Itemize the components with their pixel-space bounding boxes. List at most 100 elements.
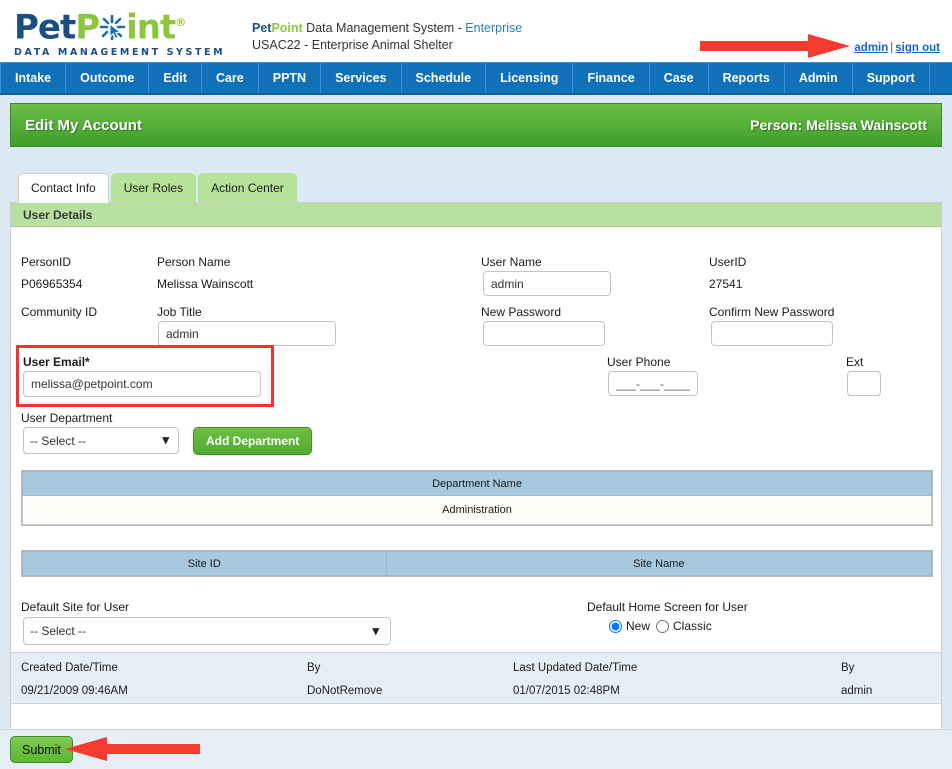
- user-email-input[interactable]: [23, 371, 261, 397]
- updated-date-value: 01/07/2015 02:48PM: [513, 685, 620, 697]
- nav-item-finance[interactable]: Finance: [573, 63, 650, 93]
- page-body: Edit My Account Person: Melissa Wainscot…: [0, 95, 952, 769]
- page-person-label: Person: Melissa Wainscott: [750, 117, 927, 133]
- created-by-header: By: [307, 662, 321, 674]
- home-screen-label: Default Home Screen for User: [587, 600, 748, 614]
- edition-link[interactable]: Enterprise: [465, 21, 522, 35]
- nav-item-case[interactable]: Case: [650, 63, 709, 93]
- ext-input[interactable]: [847, 371, 881, 396]
- system-name-point: Point: [271, 21, 303, 35]
- logo-wordmark: PetP int®: [14, 6, 214, 44]
- audit-info-bar: Created Date/Time By Last Updated Date/T…: [11, 652, 941, 704]
- created-date-value: 09/21/2009 09:46AM: [21, 685, 128, 697]
- updated-date-header: Last Updated Date/Time: [513, 662, 638, 674]
- sign-out-link[interactable]: sign out: [895, 42, 940, 54]
- nav-item-reports[interactable]: Reports: [709, 63, 785, 93]
- logo-pet-text: Pet: [14, 7, 76, 48]
- user-id-label: UserID: [709, 255, 747, 269]
- user-phone-input[interactable]: [608, 371, 698, 396]
- user-name-label: User Name: [481, 255, 542, 269]
- updated-by-value: admin: [841, 685, 873, 697]
- tab-user-roles[interactable]: User Roles: [110, 173, 197, 203]
- user-details-section-header: User Details: [11, 203, 941, 227]
- job-title-input[interactable]: [158, 321, 336, 346]
- site-id-header: Site ID: [22, 551, 387, 576]
- confirm-password-input[interactable]: [711, 321, 833, 346]
- logo-int-text: int: [126, 7, 176, 48]
- department-table: Department Name Administration: [22, 471, 932, 525]
- main-navigation: Intake Outcome Edit Care PPTN Services S…: [0, 62, 952, 95]
- person-name-label: Person Name: [157, 255, 231, 269]
- site-grid: Site ID Site Name: [21, 550, 933, 577]
- account-links: admin | sign out: [854, 42, 940, 54]
- page-header-bar: Edit My Account Person: Melissa Wainscot…: [10, 103, 942, 147]
- nav-item-intake[interactable]: Intake: [0, 63, 67, 93]
- add-department-button[interactable]: Add Department: [193, 427, 313, 455]
- community-id-label: Community ID: [21, 305, 98, 319]
- starburst-cursor-icon: [99, 14, 126, 42]
- site-header-row: Site ID Site Name: [22, 551, 933, 576]
- logo-p-text: P: [75, 7, 100, 48]
- logo-tagline: DATA MANAGEMENT SYSTEM: [14, 47, 226, 59]
- home-screen-radio-new[interactable]: [609, 619, 622, 633]
- department-header-row: Department Name: [22, 471, 932, 496]
- logo-registered-icon: ®: [175, 16, 186, 29]
- person-id-value: P06965354: [21, 277, 83, 291]
- home-screen-option-classic[interactable]: Classic: [656, 619, 712, 633]
- department-name-cell: Administration: [22, 495, 932, 525]
- nav-filler: [930, 63, 952, 93]
- nav-item-outcome[interactable]: Outcome: [66, 63, 150, 93]
- new-password-label: New Password: [481, 305, 562, 319]
- site-table: Site ID Site Name: [22, 551, 933, 576]
- nav-item-support[interactable]: Support: [853, 63, 930, 93]
- admin-account-link[interactable]: admin: [854, 42, 888, 54]
- tab-action-center[interactable]: Action Center: [198, 173, 297, 203]
- masthead: PetP int® DATA MANAGEMENT SYSTEM PetPoin…: [0, 0, 952, 62]
- user-phone-label: User Phone: [607, 355, 671, 369]
- default-site-select-wrap: -- Select -- ▾: [23, 617, 391, 645]
- person-id-label: PersonID: [21, 255, 72, 269]
- department-grid: Department Name Administration: [21, 470, 933, 526]
- default-site-label: Default Site for User: [21, 600, 130, 614]
- petpoint-logo[interactable]: PetP int® DATA MANAGEMENT SYSTEM: [14, 6, 226, 59]
- department-name-header: Department Name: [22, 471, 932, 496]
- contact-info-panel: User Details PersonID P06965354 Person N…: [10, 202, 942, 756]
- user-id-value: 27541: [709, 277, 743, 291]
- nav-item-pptn[interactable]: PPTN: [259, 63, 322, 93]
- nav-item-schedule[interactable]: Schedule: [402, 63, 487, 93]
- nav-item-edit[interactable]: Edit: [149, 63, 202, 93]
- user-name-input[interactable]: [483, 271, 611, 296]
- confirm-password-label: Confirm New Password: [709, 305, 835, 319]
- home-screen-radio-classic[interactable]: [656, 619, 670, 633]
- home-screen-classic-label: Classic: [673, 619, 712, 633]
- nav-item-admin[interactable]: Admin: [785, 63, 853, 93]
- site-info: PetPoint Data Management System - Enterp…: [252, 20, 522, 54]
- job-title-label: Job Title: [157, 305, 202, 319]
- application-window: PetP int® DATA MANAGEMENT SYSTEM PetPoin…: [0, 0, 952, 769]
- ext-label: Ext: [846, 355, 864, 369]
- footer-bar: Submit: [0, 729, 952, 769]
- person-name-value: Melissa Wainscott: [157, 277, 254, 291]
- system-name-rest: Data Management System -: [302, 21, 466, 35]
- user-email-label: User Email*: [23, 355, 90, 369]
- nav-item-care[interactable]: Care: [202, 63, 259, 93]
- annotation-arrow-to-admin: [700, 33, 850, 59]
- nav-item-licensing[interactable]: Licensing: [486, 63, 574, 93]
- updated-by-header: By: [841, 662, 855, 674]
- user-department-label: User Department: [21, 411, 113, 425]
- system-name-line: PetPoint Data Management System - Enterp…: [252, 20, 522, 37]
- site-name-header: Site Name: [385, 551, 933, 576]
- submit-button[interactable]: Submit: [10, 736, 73, 763]
- tab-contact-info[interactable]: Contact Info: [18, 173, 109, 203]
- created-date-header: Created Date/Time: [21, 662, 118, 674]
- shelter-line: USAC22 - Enterprise Animal Shelter: [252, 38, 453, 52]
- table-row[interactable]: Administration: [22, 495, 932, 525]
- home-screen-new-label: New: [626, 619, 651, 633]
- tab-bar: Contact Info User Roles Action Center: [10, 173, 942, 203]
- home-screen-radio-group: New Classic: [609, 619, 712, 633]
- new-password-input[interactable]: [483, 321, 605, 346]
- default-site-select[interactable]: -- Select --: [23, 617, 391, 645]
- home-screen-option-new[interactable]: New: [609, 619, 650, 633]
- nav-item-services[interactable]: Services: [321, 63, 402, 93]
- user-department-select[interactable]: -- Select --: [23, 427, 179, 454]
